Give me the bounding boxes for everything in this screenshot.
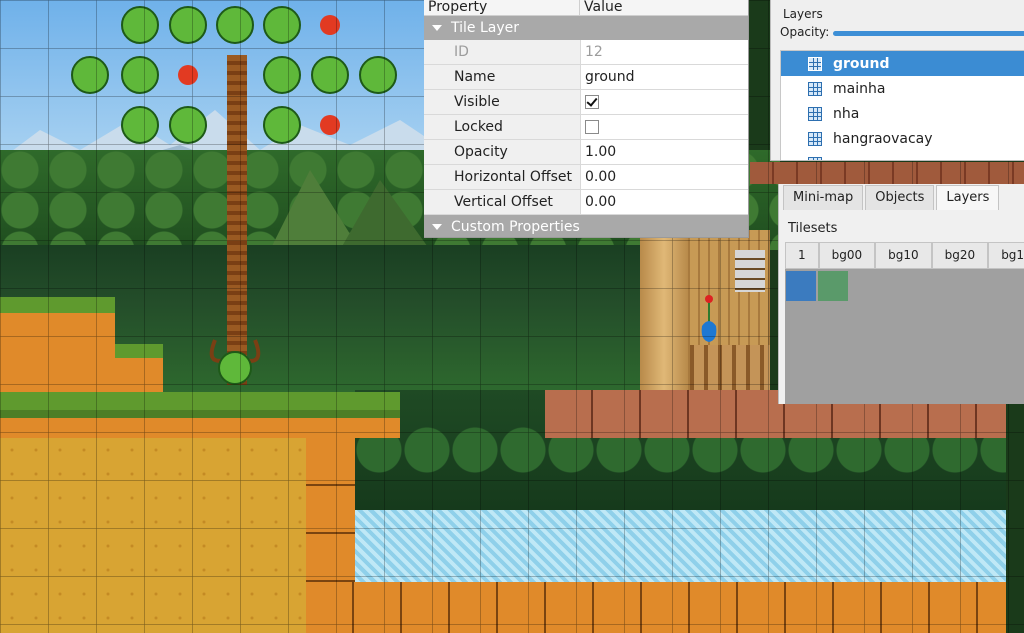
properties-header: Property Value — [424, 0, 748, 16]
layer-item-ground[interactable]: ground — [781, 51, 1024, 76]
prop-row-visible[interactable]: Visible — [424, 90, 748, 115]
house-railing — [690, 345, 770, 390]
sand-block — [0, 438, 306, 633]
prop-key: Name — [424, 65, 581, 89]
grass-step-mid — [115, 344, 163, 392]
tileset-canvas[interactable] — [785, 269, 1024, 404]
visible-checkbox[interactable] — [585, 95, 599, 109]
house-window — [735, 250, 765, 292]
tilesets-label: Tilesets — [788, 221, 838, 236]
locked-checkbox[interactable] — [585, 120, 599, 134]
layer-list[interactable]: ground mainha nha hangraovacay cay — [780, 50, 1024, 161]
tileset-tab-1[interactable]: 1 — [785, 242, 819, 269]
tab-mini-map[interactable]: Mini-map — [783, 185, 864, 210]
tile-layer-icon — [808, 131, 822, 146]
prop-row-horizontal-offset[interactable]: Horizontal Offset 0.00 — [424, 165, 748, 190]
prop-row-name[interactable]: Name ground — [424, 65, 748, 90]
layer-item-nha[interactable]: nha — [781, 101, 1024, 126]
properties-panel: Property Value Tile Layer ID 12 Name gro… — [424, 0, 749, 238]
opacity-slider[interactable] — [833, 31, 1024, 36]
house-pillar — [640, 230, 688, 395]
horizontal-offset-field[interactable]: 0.00 — [581, 165, 748, 189]
tileset-tabs: 1 bg00 bg10 bg20 bg1 — [785, 242, 1024, 269]
prop-key: Locked — [424, 115, 581, 139]
grass-ledge — [0, 392, 400, 438]
collapse-arrow-icon[interactable] — [432, 224, 442, 230]
tile-layer-icon — [808, 56, 822, 71]
layers-panel: Layers Opacity: ground mainha nha hangra… — [770, 0, 1024, 161]
opacity-field[interactable]: 1.00 — [581, 140, 748, 164]
tile-layer-icon — [808, 81, 822, 96]
tileset-tab-bg10[interactable]: bg10 — [875, 242, 932, 269]
tileset-tab-bg00[interactable]: bg00 — [818, 242, 876, 269]
group-tile-layer[interactable]: Tile Layer — [424, 16, 748, 40]
roof-tiles-top — [750, 162, 1024, 184]
opacity-label: Opacity: — [780, 25, 830, 39]
value-column-header[interactable]: Value — [580, 0, 622, 15]
group-custom-label: Custom Properties — [451, 219, 580, 235]
prop-key: ID — [424, 40, 581, 64]
layer-label: nha — [833, 105, 860, 122]
layer-label: mainha — [833, 80, 886, 97]
layer-item-hangraovacay[interactable]: hangraovacay — [781, 126, 1024, 151]
hut-roof — [270, 170, 430, 250]
layer-item-mainha[interactable]: mainha — [781, 76, 1024, 101]
group-custom-properties[interactable]: Custom Properties — [424, 215, 748, 237]
tileset-tab-bg20[interactable]: bg20 — [931, 242, 989, 269]
prop-key: Opacity — [424, 140, 581, 164]
layer-item-cay[interactable]: cay — [781, 151, 1024, 161]
dock-tabs: Mini-map Objects Layers — [783, 185, 1001, 210]
tile-layer-icon — [808, 156, 822, 160]
orange-floor — [306, 582, 1006, 633]
tile-swatch-green[interactable] — [818, 271, 848, 301]
prop-row-vertical-offset[interactable]: Vertical Offset 0.00 — [424, 190, 748, 215]
water — [355, 510, 1006, 582]
layers-title: Layers — [783, 7, 823, 21]
prop-row-opacity[interactable]: Opacity 1.00 — [424, 140, 748, 165]
prop-key: Visible — [424, 90, 581, 114]
tile-swatch-blue[interactable] — [786, 271, 816, 301]
tree-canopy — [71, 6, 397, 144]
tab-objects[interactable]: Objects — [865, 185, 935, 210]
grass-step-top — [0, 297, 115, 392]
layer-label: cay — [833, 156, 858, 161]
prop-value: 12 — [581, 40, 748, 64]
prop-key: Vertical Offset — [424, 190, 581, 214]
collapse-arrow-icon[interactable] — [432, 25, 442, 31]
tree-bush — [209, 339, 261, 385]
prop-row-id: ID 12 — [424, 40, 748, 65]
layer-label: hangraovacay — [833, 130, 933, 147]
group-tile-layer-label: Tile Layer — [451, 20, 519, 36]
name-field[interactable]: ground — [581, 65, 748, 89]
prop-key: Horizontal Offset — [424, 165, 581, 189]
tab-layers[interactable]: Layers — [936, 185, 1000, 210]
tileset-tab-bg1[interactable]: bg1 — [988, 242, 1024, 269]
layer-label: ground — [833, 55, 890, 72]
tile-layer-icon — [808, 106, 822, 121]
prop-row-locked[interactable]: Locked — [424, 115, 748, 140]
vertical-offset-field[interactable]: 0.00 — [581, 190, 748, 214]
flower-vase — [701, 295, 717, 342]
property-column-header[interactable]: Property — [424, 0, 580, 15]
tileset-dock: Mini-map Objects Layers Tilesets 1 bg00 … — [778, 184, 1024, 404]
